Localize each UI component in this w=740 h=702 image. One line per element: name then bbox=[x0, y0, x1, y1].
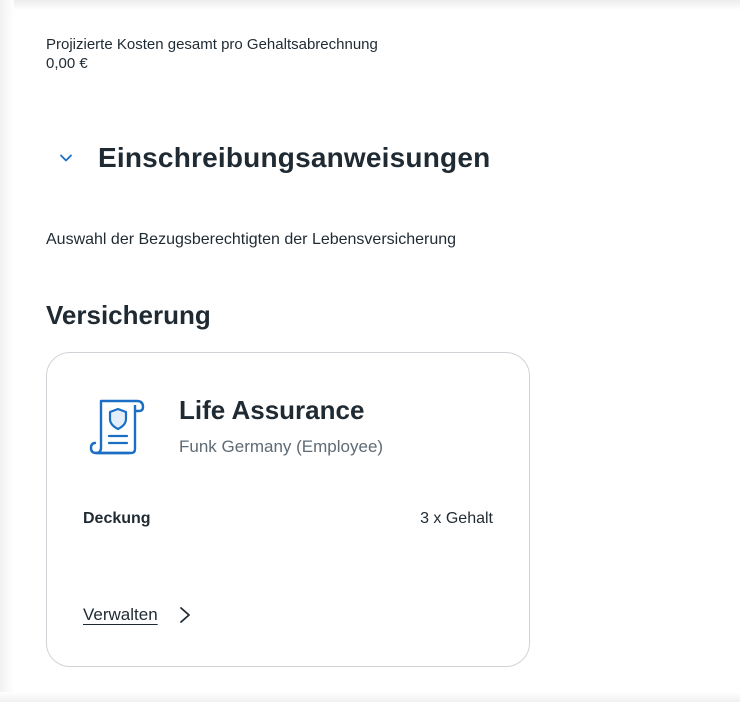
bottom-shadow bbox=[0, 692, 740, 702]
insurance-heading: Versicherung bbox=[46, 300, 211, 330]
projected-cost-value: 0,00 € bbox=[46, 55, 88, 72]
chevron-right-icon bbox=[179, 607, 190, 623]
card-title: Life Assurance bbox=[179, 395, 365, 425]
chevron-down-icon bbox=[60, 154, 72, 162]
card-provider: Funk Germany (Employee) bbox=[179, 437, 384, 456]
manage-label: Verwalten bbox=[83, 605, 158, 624]
projected-cost-label: Projizierte Kosten gesamt pro Gehaltsabr… bbox=[46, 36, 378, 53]
coverage-label: Deckung bbox=[83, 510, 151, 527]
life-assurance-card: Life Assurance Funk Germany (Employee) D… bbox=[46, 352, 530, 667]
projected-cost-summary: Projizierte Kosten gesamt pro Gehaltsabr… bbox=[46, 35, 378, 73]
manage-link[interactable]: Verwalten bbox=[83, 605, 192, 625]
enrollment-instructions-title: Einschreibungsanweisungen bbox=[98, 142, 491, 173]
enrollment-instructions-toggle[interactable]: Einschreibungsanweisungen bbox=[58, 142, 490, 174]
enrollment-instructions-text: Auswahl der Bezugsberechtigten der Leben… bbox=[46, 231, 457, 248]
policy-document-icon bbox=[89, 399, 145, 455]
top-shadow bbox=[0, 0, 740, 10]
left-shadow bbox=[0, 0, 14, 702]
coverage-value: 3 x Gehalt bbox=[420, 510, 493, 527]
